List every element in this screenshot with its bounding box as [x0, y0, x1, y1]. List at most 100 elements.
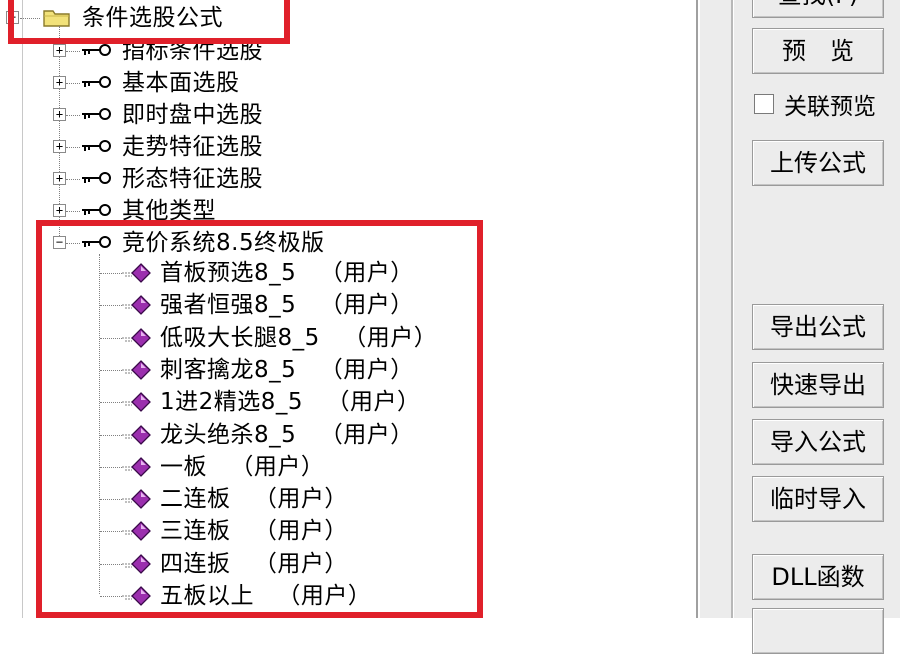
- key-icon: [82, 76, 111, 88]
- formula-gem-icon: [122, 457, 151, 477]
- tree-connector: [100, 596, 122, 598]
- tree-connector: [100, 338, 122, 340]
- tree-category-trend[interactable]: 走势特征选股: [122, 132, 263, 162]
- formula-item[interactable]: 低吸大长腿8_5 （用户）: [160, 323, 437, 353]
- formula-label: 龙头绝杀8_5 （用户）: [160, 422, 414, 448]
- dll-function-button[interactable]: DLL函数: [752, 554, 884, 600]
- tree-category-pattern[interactable]: 形态特征选股: [122, 164, 263, 194]
- link-preview-label: 关联预览: [784, 94, 876, 120]
- link-preview-checkbox[interactable]: [754, 94, 774, 114]
- upload-formula-button[interactable]: 上传公式: [752, 140, 884, 186]
- formula-label: 刺客擒龙8_5 （用户）: [160, 357, 414, 383]
- category-expand-toggle[interactable]: +: [53, 172, 66, 185]
- formula-gem-icon: [122, 489, 151, 509]
- category-label: 基本面选股: [122, 70, 240, 96]
- formula-gem-icon: [122, 328, 151, 348]
- category-expand-toggle[interactable]: +: [53, 76, 66, 89]
- category-label: 即时盘中选股: [122, 102, 263, 128]
- link-preview-checkbox-row[interactable]: 关联预览: [754, 90, 876, 120]
- tree-connector: [20, 18, 40, 20]
- tree-connector: [100, 402, 122, 404]
- formula-tree-panel[interactable]: − 条件选股公式 + 指标条件选股 + 基本面选股 + 即时盘中选股 + 走势特…: [0, 0, 700, 618]
- more-button[interactable]: [752, 608, 884, 654]
- key-icon: [82, 108, 111, 120]
- key-icon: [82, 44, 111, 56]
- formula-label: 五板以上 （用户）: [160, 583, 372, 609]
- tree-connector: [66, 115, 80, 117]
- tree-connector: [66, 243, 80, 245]
- formula-gem-icon: [122, 263, 151, 283]
- formula-item[interactable]: 强者恒强8_5 （用户）: [160, 290, 414, 320]
- formula-label: 三连板 （用户）: [160, 518, 348, 544]
- temp-import-button[interactable]: 临时导入: [752, 476, 884, 522]
- formula-item[interactable]: 四连扳 （用户）: [160, 549, 348, 579]
- export-formula-button[interactable]: 导出公式: [752, 304, 884, 350]
- formula-label: 二连板 （用户）: [160, 486, 348, 512]
- formula-gem-icon: [122, 586, 151, 606]
- category-label: 走势特征选股: [122, 134, 263, 160]
- key-icon: [82, 204, 111, 216]
- formula-gem-icon: [122, 392, 151, 412]
- category-expand-toggle[interactable]: +: [53, 108, 66, 121]
- tree-category-other[interactable]: 其他类型: [122, 196, 216, 226]
- formula-label: 一板 （用户）: [160, 454, 325, 480]
- formula-item[interactable]: 一板 （用户）: [160, 452, 324, 482]
- tree-connector: [100, 467, 122, 469]
- key-icon: [82, 172, 111, 184]
- category-expand-toggle[interactable]: +: [53, 140, 66, 153]
- import-formula-button[interactable]: 导入公式: [752, 419, 884, 465]
- formula-item[interactable]: 首板预选8_5 （用户）: [160, 258, 414, 288]
- formula-item[interactable]: 三连板 （用户）: [160, 516, 348, 546]
- formula-item[interactable]: 龙头绝杀8_5 （用户）: [160, 420, 414, 450]
- category-label: 形态特征选股: [122, 166, 263, 192]
- preview-button[interactable]: 预 览: [752, 28, 884, 74]
- tree-connector: [66, 211, 80, 213]
- tree-connector: [66, 51, 80, 53]
- formula-label: 首板预选8_5 （用户）: [160, 260, 414, 286]
- tree-connector: [100, 564, 122, 566]
- key-icon: [82, 140, 111, 152]
- tree-connector: [100, 305, 122, 307]
- category-collapse-toggle[interactable]: −: [53, 236, 66, 249]
- panel-divider-highlight: [733, 0, 734, 618]
- formula-item[interactable]: 刺客擒龙8_5 （用户）: [160, 355, 414, 385]
- tree-connector: [100, 531, 122, 533]
- folder-icon: [43, 10, 70, 27]
- category-expand-toggle[interactable]: +: [53, 204, 66, 217]
- tree-category-indicator[interactable]: 指标条件选股: [122, 36, 263, 66]
- formula-label: 1进2精选8_5 （用户）: [160, 389, 421, 415]
- formula-gem-icon: [122, 360, 151, 380]
- tree-connector: [100, 370, 122, 372]
- formula-label: 强者恒强8_5 （用户）: [160, 292, 414, 318]
- formula-gem-icon: [122, 295, 151, 315]
- quick-export-button[interactable]: 快速导出: [752, 362, 884, 408]
- tree-connector: [66, 83, 80, 85]
- formula-gem-icon: [122, 425, 151, 445]
- tree-connector: [66, 147, 80, 149]
- category-label: 其他类型: [122, 198, 216, 224]
- formula-gem-icon: [122, 521, 151, 541]
- formula-gem-icon: [122, 554, 151, 574]
- category-expand-toggle[interactable]: +: [53, 44, 66, 57]
- key-icon: [82, 236, 111, 248]
- tree-category-intraday[interactable]: 即时盘中选股: [122, 100, 263, 130]
- formula-label: 四连扳 （用户）: [160, 551, 348, 577]
- tree-root-node[interactable]: 条件选股公式: [82, 3, 223, 33]
- find-button[interactable]: 查找(F): [752, 0, 884, 18]
- root-collapse-toggle[interactable]: −: [6, 11, 19, 24]
- tree-connector: [66, 179, 80, 181]
- tree-root-label: 条件选股公式: [82, 5, 223, 31]
- tree-category-auction-system[interactable]: 竞价系统8.5终极版: [122, 228, 325, 258]
- tree-connector: [100, 273, 122, 275]
- tree-left-border: [22, 0, 23, 618]
- tree-right-border: [696, 0, 698, 618]
- formula-item[interactable]: 1进2精选8_5 （用户）: [160, 387, 420, 417]
- formula-item[interactable]: 二连板 （用户）: [160, 484, 348, 514]
- category-label: 指标条件选股: [122, 38, 263, 64]
- formula-item[interactable]: 五板以上 （用户）: [160, 581, 371, 611]
- tree-category-fundamental[interactable]: 基本面选股: [122, 68, 240, 98]
- formula-label: 低吸大长腿8_5 （用户）: [160, 325, 438, 351]
- tree-connector: [100, 499, 122, 501]
- tree-connector: [100, 435, 122, 437]
- category-label: 竞价系统8.5终极版: [122, 230, 325, 256]
